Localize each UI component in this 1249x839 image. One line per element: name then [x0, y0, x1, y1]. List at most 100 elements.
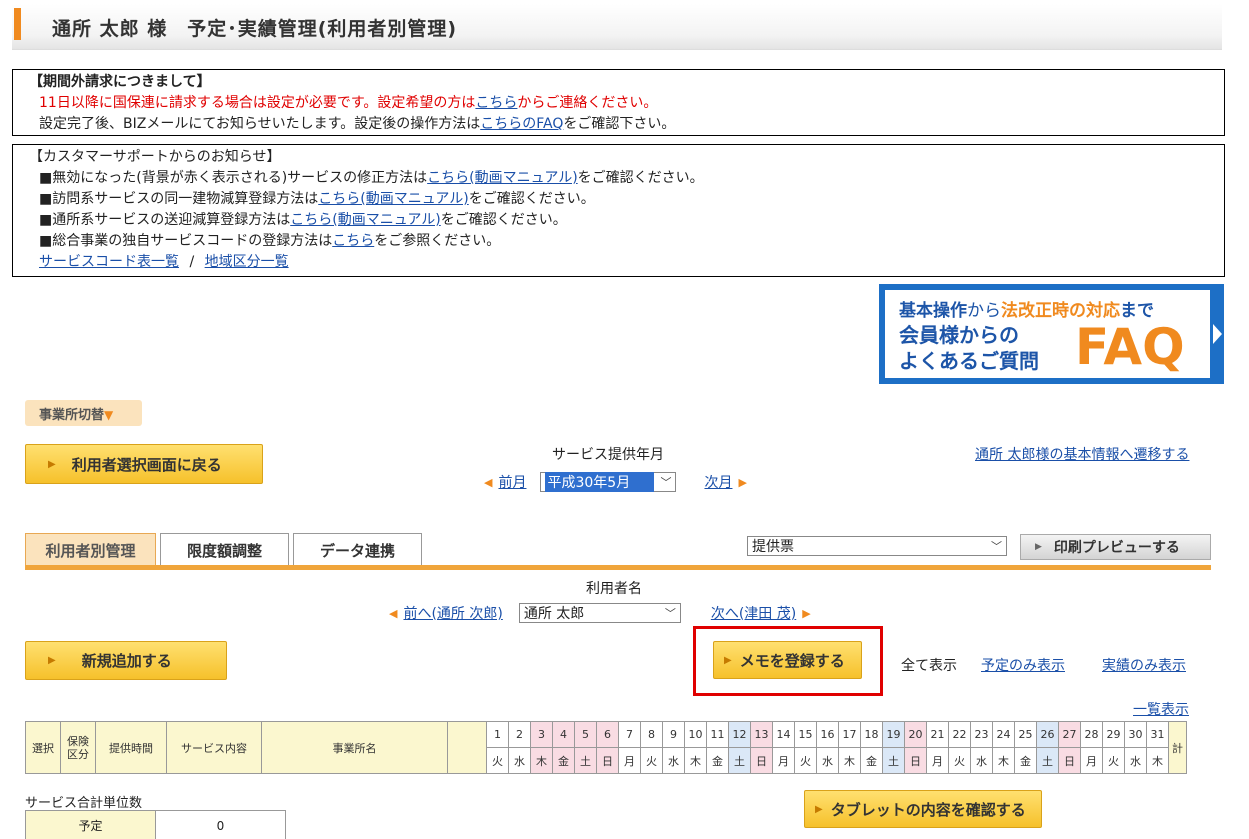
prev-month-link[interactable]: 前月 — [498, 472, 526, 492]
notice2-item-text-end: をご確認ください。 — [440, 212, 567, 228]
tab-user-management[interactable]: 利用者別管理 — [25, 533, 156, 566]
weekday-cell: 火 — [640, 747, 663, 774]
notice-out-of-period-billing: 【期間外請求につきまして】 11日以降に国保連に請求する場合は設定が必要です。設… — [12, 69, 1225, 136]
weekday-cell: 土 — [882, 747, 905, 774]
day-number-cell: 22 — [948, 721, 971, 748]
user-nav: ◀ 前へ(通所 次郎) 通所 太郎 ﹀ 次へ(津田 茂) ▶ — [389, 603, 811, 623]
notice1-contact-link[interactable]: こちら — [475, 95, 517, 111]
notice2-item-link[interactable]: こちら(動画マニュアル) — [427, 170, 578, 186]
day-number-cell: 26 — [1036, 721, 1059, 748]
notice1-line1-text-end: からご連絡ください。 — [517, 95, 658, 111]
add-new-button[interactable]: ▶ 新規追加する — [25, 641, 227, 680]
notice2-item: ■無効になった(背景が赤く表示される)サービスの修正方法はこちら(動画マニュアル… — [39, 168, 1198, 189]
weekday-cell: 火 — [948, 747, 971, 774]
back-button-label: 利用者選択画面に戻る — [71, 455, 222, 474]
day-number-cell: 8 — [640, 721, 663, 748]
month-select[interactable]: 平成30年5月 ﹀ — [540, 472, 677, 492]
next-user-link[interactable]: 次へ(津田 茂) — [711, 603, 796, 623]
tab-limit-adjustment[interactable]: 限度額調整 — [160, 533, 289, 566]
notice2-item-link[interactable]: こちら(動画マニュアル) — [318, 191, 469, 207]
weekday-cell: 木 — [530, 747, 553, 774]
add-new-label: 新規追加する — [81, 652, 172, 670]
col-time: 提供時間 — [95, 721, 167, 774]
print-preview-button[interactable]: ▶ 印刷プレビューする — [1020, 534, 1211, 560]
service-code-list-link[interactable]: サービスコード表一覧 — [39, 254, 179, 270]
notice1-line2-text: 設定完了後、BIZメールにてお知らせいたします。設定後の操作方法は — [39, 116, 481, 132]
day-number-cell: 11 — [706, 721, 729, 748]
prev-user-link[interactable]: 前へ(通所 次郎) — [403, 603, 502, 623]
arrow-left-icon: ◀ — [484, 475, 493, 489]
day-number-cell: 25 — [1014, 721, 1037, 748]
day-number-cell: 6 — [596, 721, 619, 748]
list-view-link[interactable]: 一覧表示 — [1133, 699, 1189, 719]
notice1-line1: 11日以降に国保連に請求する場合は設定が必要です。設定希望の方はこちらからご連絡… — [39, 93, 1198, 114]
weekday-cell: 火 — [794, 747, 817, 774]
weekday-cell: 金 — [706, 747, 729, 774]
notice2-item-link[interactable]: こちら — [332, 233, 374, 249]
day-number-cell: 19 — [882, 721, 905, 748]
basic-info-link[interactable]: 通所 太郎様の基本情報へ遷移する — [975, 444, 1189, 464]
faq-tagline-b: から — [967, 301, 1001, 321]
office-switch-button[interactable]: 事業所切替▼ — [25, 400, 142, 426]
print-type-select[interactable]: 提供票 ﹀ — [747, 536, 1007, 556]
filter-plan-only-link[interactable]: 予定のみ表示 — [981, 655, 1065, 675]
weekday-cell: 月 — [772, 747, 795, 774]
day-number-cell: 13 — [750, 721, 773, 748]
faq-banner[interactable]: 基本操作から法改正時の対応まで 会員様からの よくあるご質問 FAQ — [879, 284, 1224, 384]
month-select-value: 平成30年5月 — [545, 472, 655, 492]
day-number-cell: 30 — [1124, 721, 1147, 748]
day-number-cell: 5 — [574, 721, 597, 748]
notice2-item-text-end: をご参照ください。 — [374, 233, 501, 249]
user-select[interactable]: 通所 太郎 ﹀ — [518, 603, 681, 623]
notice1-faq-link[interactable]: こちらのFAQ — [480, 116, 563, 132]
summary-row-label: 予定 — [25, 810, 156, 839]
col-service: サービス内容 — [166, 721, 262, 774]
weekday-cell: 土 — [574, 747, 597, 774]
weekday-cell: 金 — [1014, 747, 1037, 774]
filter-all[interactable]: 全て表示 — [901, 655, 957, 675]
day-number-cell: 10 — [684, 721, 707, 748]
weekday-cell: 日 — [904, 747, 927, 774]
schedule-table: 選択 保険 区分 提供時間 サービス内容 事業所名 1 2 3 4 5 6 7 8 9 10 11 1… — [25, 721, 1187, 774]
day-number-cell: 29 — [1102, 721, 1125, 748]
table-header-row: 選択 保険 区分 提供時間 サービス内容 事業所名 1 2 3 4 5 6 7 8 9 10 11 1… — [25, 721, 1187, 774]
weekday-cell: 水 — [662, 747, 685, 774]
filter-actual-only-link[interactable]: 実績のみ表示 — [1102, 655, 1186, 675]
weekday-cell: 木 — [992, 747, 1015, 774]
day-number-cell: 31 — [1146, 721, 1169, 748]
print-type-value: 提供票 — [752, 539, 794, 555]
day-number-cell: 21 — [926, 721, 949, 748]
header-accent-bar — [14, 8, 21, 40]
weekday-cell: 水 — [970, 747, 993, 774]
day-number-cell: 7 — [618, 721, 641, 748]
check-tablet-button[interactable]: ▶ タブレットの内容を確認する — [804, 790, 1042, 828]
month-nav: ◀ 前月 平成30年5月 ﹀ 次月 ▶ — [484, 472, 747, 492]
day-number-cell: 1 — [486, 721, 509, 748]
next-month-link[interactable]: 次月 — [704, 472, 732, 492]
tab-data-link[interactable]: データ連携 — [293, 533, 422, 566]
weekday-cell: 水 — [1124, 747, 1147, 774]
user-name-label: 利用者名 — [586, 581, 642, 597]
memo-label: メモを登録する — [739, 651, 845, 670]
triangle-down-icon: ▼ — [104, 408, 114, 422]
day-number-cell: 4 — [552, 721, 575, 748]
summary-table: 予定 0 — [25, 810, 286, 839]
day-number-cell: 3 — [530, 721, 553, 748]
day-number-cell: 27 — [1058, 721, 1081, 748]
back-to-user-select-button[interactable]: ▶ 利用者選択画面に戻る — [25, 444, 263, 484]
region-class-list-link[interactable]: 地域区分一覧 — [205, 254, 289, 270]
notice2-item-link[interactable]: こちら(動画マニュアル) — [290, 212, 441, 228]
day-number-cell: 16 — [816, 721, 839, 748]
day-number-cell: 9 — [662, 721, 685, 748]
notice2-item: ■通所系サービスの送迎減算登録方法はこちら(動画マニュアル)をご確認ください。 — [39, 210, 1198, 231]
play-arrow-icon: ▶ — [48, 458, 56, 470]
notice2-item-text: ■無効になった(背景が赤く表示される)サービスの修正方法は — [39, 170, 428, 186]
register-memo-button[interactable]: ▶ メモを登録する — [713, 641, 862, 679]
col-select: 選択 — [25, 721, 61, 774]
col-total: 計 — [1168, 721, 1187, 774]
notice2-item-text-end: をご確認ください。 — [577, 170, 704, 186]
notice2-item-text-end: をご確認ください。 — [468, 191, 595, 207]
faq-tagline-a: 基本操作 — [899, 301, 967, 321]
arrow-left-icon: ◀ — [389, 606, 398, 620]
weekday-cell: 日 — [596, 747, 619, 774]
